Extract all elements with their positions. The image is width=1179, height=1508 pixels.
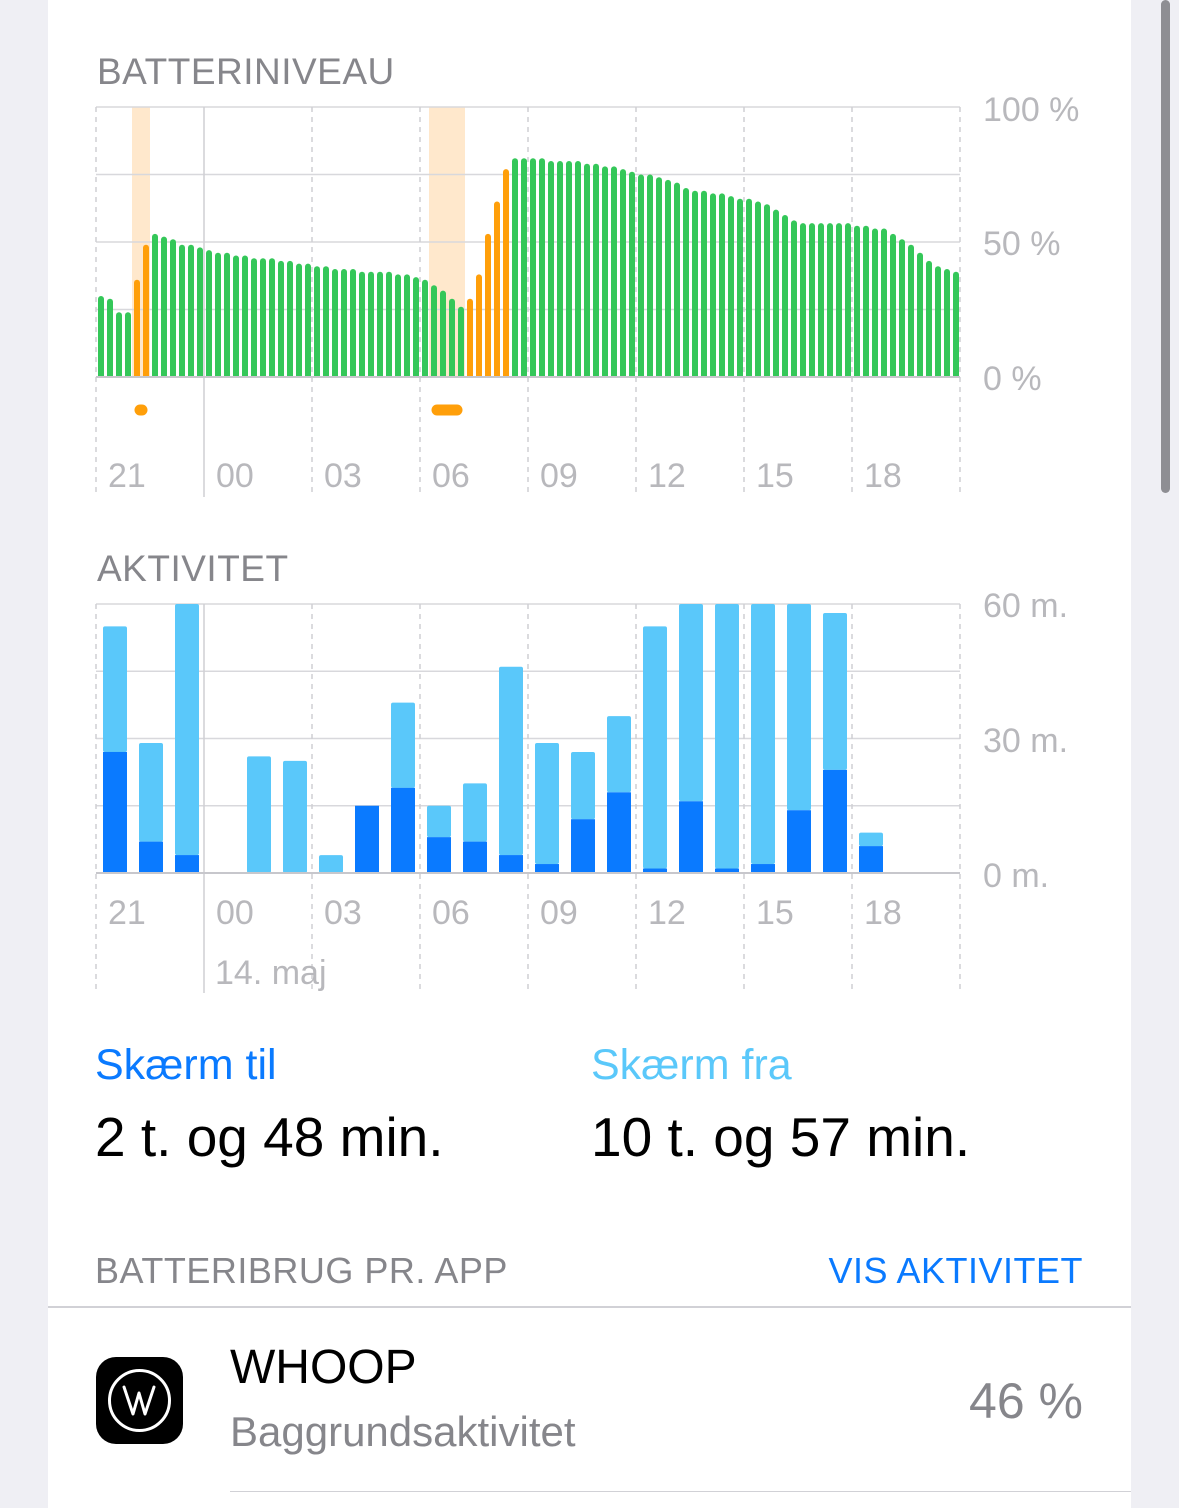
section-divider [48,1306,1131,1308]
x-tick-label: 00 [216,894,254,932]
activity-bar-screen-off [679,604,703,802]
x-tick-label: 21 [108,894,146,932]
activity-bar-screen-off [535,742,559,865]
screen-off-value: 10 t. og 57 min. [591,1106,971,1168]
activity-bar-screen-off [427,805,451,838]
show-activity-button[interactable]: VIS AKTIVITET [828,1250,1083,1292]
activity-bar-screen-on [499,855,523,873]
activity-bar-screen-on [607,792,631,873]
activity-bar-screen-on [751,864,775,873]
app-name: WHOOP [230,1341,417,1394]
activity-bar-screen-on [139,841,163,873]
activity-bar-screen-off [139,742,163,842]
screen-off-label: Skærm fra [591,1041,792,1089]
y-tick-label: 60 m. [983,587,1068,625]
date-label: 14. maj [215,954,327,992]
activity-bar-screen-on [571,819,595,873]
activity-bar-screen-on [535,864,559,873]
whoop-logo-icon [96,1357,183,1444]
activity-bar-screen-off [751,604,775,865]
activity-bar-screen-on [787,810,811,873]
x-tick-label: 18 [864,894,902,932]
activity-bar-screen-off [499,666,523,856]
activity-bar-screen-off [787,604,811,811]
activity-bar-screen-off [319,855,343,873]
screen-on-label: Skærm til [95,1041,277,1089]
activity-bar-screen-off [859,832,883,847]
activity-bar-screen-off [571,751,595,820]
x-tick-label: 03 [324,894,362,932]
activity-bar-screen-on [391,787,415,873]
activity-bar-screen-off [643,626,667,869]
row-divider [230,1491,1131,1492]
x-tick-label: 15 [756,894,794,932]
app-usage-header: BATTERIBRUG PR. APP [95,1250,508,1291]
activity-bar-screen-off [463,783,487,842]
app-battery-percent: 46 % [969,1373,1083,1429]
activity-bar-screen-off [823,612,847,770]
activity-bar-screen-on [355,805,379,873]
x-tick-label: 06 [432,894,470,932]
activity-bar-screen-off [607,716,631,793]
activity-bar-screen-off [283,760,307,873]
activity-bar-screen-off [391,702,415,788]
y-tick-label: 0 m. [983,857,1049,895]
activity-bar-screen-on [679,801,703,873]
activity-bar-screen-off [247,756,271,873]
activity-bar-screen-on [427,837,451,873]
x-tick-label: 09 [540,894,578,932]
activity-bar-screen-on [175,855,199,873]
activity-bar-screen-on [859,846,883,873]
activity-chart[interactable]: 60 m. 30 m. 0 m. 21 00 03 06 09 12 15 18 14. maj [0,0,1179,1000]
screen-on-value: 2 t. og 48 min. [95,1106,444,1168]
activity-bar-screen-on [103,751,127,873]
app-subtitle: Baggrundsaktivitet [230,1408,576,1455]
y-tick-label: 30 m. [983,722,1068,760]
activity-bar-screen-off [175,604,199,856]
activity-bar-screen-off [103,626,127,752]
activity-bar-screen-on [463,841,487,873]
activity-bar-screen-on [823,769,847,873]
x-tick-label: 12 [648,894,686,932]
activity-bar-screen-off [715,604,739,869]
